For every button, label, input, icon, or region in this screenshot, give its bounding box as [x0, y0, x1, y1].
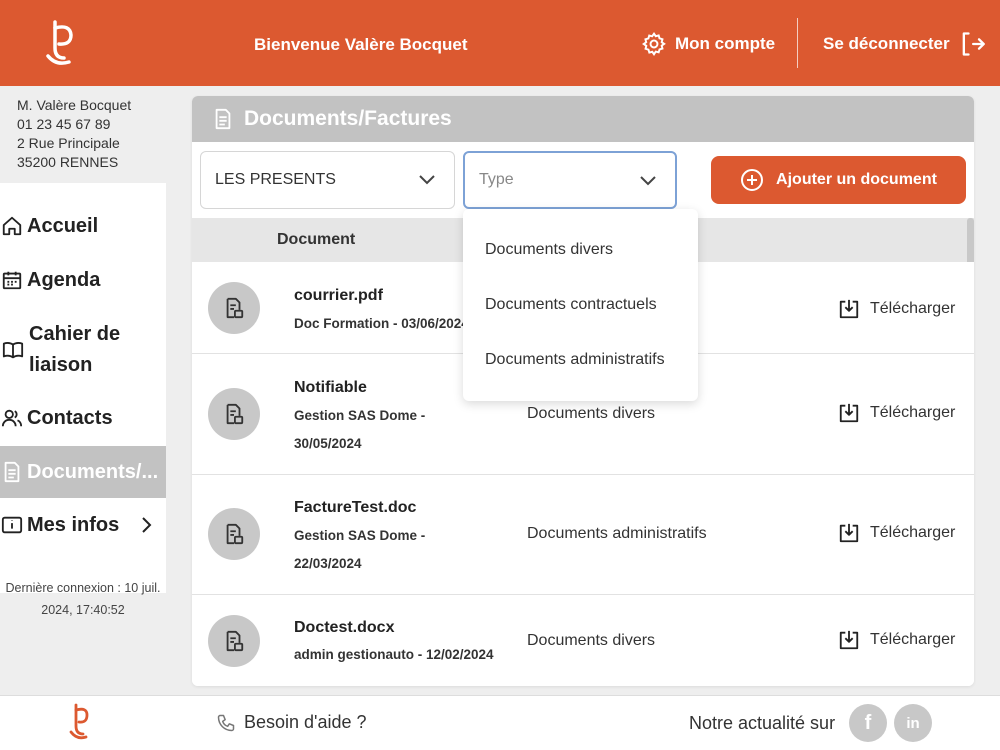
- file-icon: [208, 282, 260, 334]
- document-type: Documents divers: [527, 632, 656, 649]
- header-divider: [797, 18, 798, 68]
- sidebar-item-label-line1: Cahier de: [29, 323, 121, 345]
- document-name: FactureTest.doc: [294, 499, 417, 516]
- table-row: FactureTest.doc Gestion SAS Dome - 22/03…: [192, 475, 974, 595]
- sidebar-item-label: Accueil: [27, 214, 99, 237]
- gear-icon: [642, 32, 666, 57]
- page-title: Documents/Factures: [244, 107, 452, 130]
- book-icon: [2, 342, 24, 359]
- contacts-icon: [1, 409, 23, 427]
- calendar-icon: [2, 271, 22, 290]
- document-meta: Gestion SAS Dome - 22/03/2024: [294, 522, 494, 578]
- document-meta: admin gestionauto - 12/02/2024: [294, 647, 494, 662]
- document-meta: Gestion SAS Dome - 30/05/2024: [294, 402, 494, 458]
- user-name: M. Valère Bocquet: [17, 97, 132, 113]
- group-select[interactable]: LES PRESENTS: [200, 151, 455, 209]
- last-login-line2: 2024, 17:40:52: [41, 603, 125, 617]
- add-document-label: Ajouter un document: [776, 171, 937, 188]
- chevron-down-icon: [419, 175, 435, 185]
- app-logo[interactable]: [42, 18, 78, 68]
- sidebar-item-contacts[interactable]: Contacts: [0, 399, 166, 437]
- download-icon: [839, 630, 859, 650]
- document-type: Documents administratifs: [527, 525, 707, 542]
- sidebar-item-label: Agenda: [27, 268, 101, 291]
- document-meta-line1: Gestion SAS Dome -: [294, 528, 426, 543]
- logout-icon: [962, 32, 985, 56]
- document-icon: [4, 461, 20, 483]
- document-meta-line1: Gestion SAS Dome -: [294, 408, 426, 423]
- document-meta-line2: 22/03/2024: [294, 556, 362, 571]
- welcome-text: Bienvenue Valère Bocquet: [254, 35, 468, 54]
- chevron-right-icon: [142, 517, 152, 533]
- sidebar-item-cahier-de-liaison[interactable]: Cahier de liaison: [0, 318, 166, 382]
- last-login: Dernière connexion : 10 juil. 2024, 17:4…: [0, 577, 166, 621]
- chevron-down-icon: [640, 176, 656, 186]
- logout-button[interactable]: Se déconnecter: [823, 30, 986, 58]
- download-label: Télécharger: [870, 631, 956, 648]
- type-option-contractuels[interactable]: Documents contractuels: [485, 296, 657, 314]
- top-header: Bienvenue Valère Bocquet Mon compte Se d…: [0, 0, 1000, 86]
- footer-logo[interactable]: [67, 702, 91, 742]
- my-account-button[interactable]: Mon compte: [641, 30, 775, 58]
- info-icon: [1, 516, 23, 534]
- download-icon: [839, 403, 859, 423]
- document-name: Notifiable: [294, 379, 367, 396]
- last-login-line1: Dernière connexion : 10 juil.: [5, 581, 161, 595]
- home-icon: [2, 216, 22, 236]
- logout-label: Se déconnecter: [823, 34, 950, 53]
- download-label: Télécharger: [870, 404, 956, 421]
- type-option-divers[interactable]: Documents divers: [485, 241, 613, 259]
- sidebar-item-mes-infos[interactable]: Mes infos: [0, 506, 166, 544]
- type-select[interactable]: Type: [463, 151, 677, 209]
- type-dropdown-menu: Documents divers Documents contractuels …: [463, 209, 698, 401]
- download-button[interactable]: Télécharger: [838, 522, 955, 544]
- download-icon: [839, 299, 859, 319]
- user-street: 2 Rue Principale: [17, 135, 120, 151]
- news-label: Notre actualité sur: [689, 713, 836, 733]
- document-name: Doctest.docx: [294, 619, 395, 636]
- document-name: courrier.pdf: [294, 287, 383, 304]
- type-select-placeholder: Type: [479, 171, 514, 188]
- download-label: Télécharger: [870, 300, 956, 317]
- sidebar-item-documents[interactable]: Documents/...: [0, 446, 166, 498]
- download-label: Télécharger: [870, 524, 956, 541]
- sidebar-item-label-line2: liaison: [29, 354, 93, 376]
- download-icon: [839, 523, 859, 543]
- type-option-administratifs[interactable]: Documents administratifs: [485, 351, 665, 369]
- document-icon: [215, 108, 231, 130]
- sidebar-item-label: Documents/...: [27, 460, 159, 483]
- download-button[interactable]: Télécharger: [838, 402, 955, 424]
- user-address: M. Valère Bocquet 01 23 45 67 89 2 Rue P…: [17, 96, 131, 172]
- sidebar-item-label: Mes infos: [27, 513, 120, 536]
- phone-icon: [217, 714, 235, 731]
- plus-circle-icon: [741, 169, 764, 191]
- sidebar-item-label: Contacts: [27, 406, 113, 429]
- linkedin-icon[interactable]: in: [894, 704, 932, 742]
- document-meta-line2: 30/05/2024: [294, 436, 362, 451]
- my-account-label: Mon compte: [675, 34, 776, 53]
- file-icon: [208, 508, 260, 560]
- card-header: Documents/Factures: [192, 96, 974, 142]
- facebook-icon[interactable]: f: [849, 704, 887, 742]
- help-label: Besoin d'aide ?: [244, 712, 367, 732]
- group-select-value: LES PRESENTS: [215, 171, 336, 188]
- sidebar-item-agenda[interactable]: Agenda: [0, 261, 166, 299]
- user-phone: 01 23 45 67 89: [17, 116, 111, 132]
- file-icon: [208, 615, 260, 667]
- add-document-button[interactable]: Ajouter un document: [711, 156, 966, 204]
- download-button[interactable]: Télécharger: [838, 298, 955, 320]
- help-link[interactable]: Besoin d'aide ?: [216, 712, 367, 733]
- document-type: Documents divers: [527, 405, 656, 422]
- sidebar-item-label: Cahier de liaison: [29, 319, 120, 381]
- table-row: Doctest.docx admin gestionauto - 12/02/2…: [192, 595, 974, 686]
- footer: Besoin d'aide ? Notre actualité sur f in: [0, 695, 1000, 750]
- download-button[interactable]: Télécharger: [838, 629, 955, 651]
- sidebar-item-accueil[interactable]: Accueil: [0, 207, 166, 245]
- column-header-document: Document: [277, 231, 356, 248]
- file-icon: [208, 388, 260, 440]
- user-city: 35200 RENNES: [17, 154, 119, 170]
